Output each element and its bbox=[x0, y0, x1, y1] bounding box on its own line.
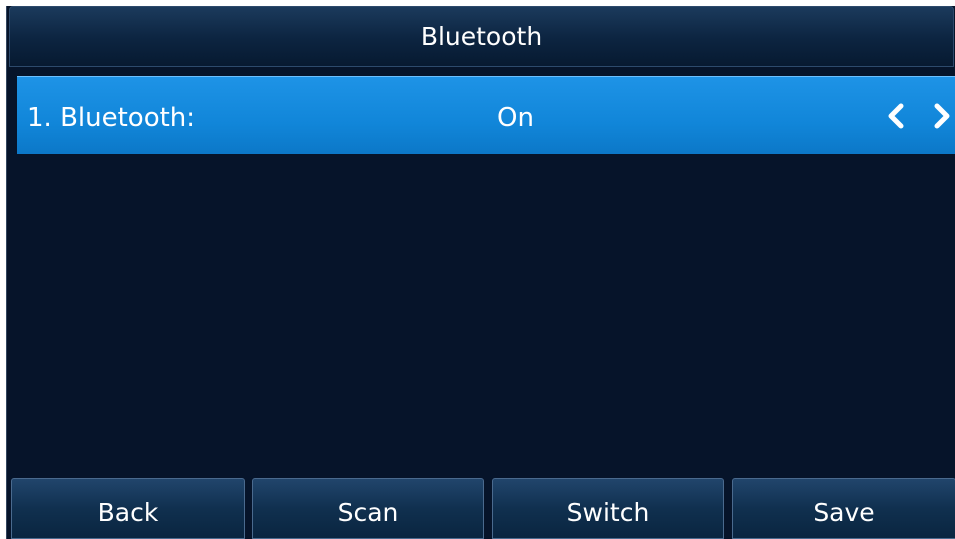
page-title: Bluetooth bbox=[420, 22, 543, 51]
softkey-bar: Back Scan Switch Save bbox=[9, 478, 955, 539]
setting-label: 1. Bluetooth: bbox=[27, 103, 196, 133]
page-title-bar: Bluetooth bbox=[9, 6, 954, 67]
chevron-left-icon[interactable] bbox=[885, 99, 907, 133]
phone-screen: Bluetooth 1. Bluetooth: On Back Scan Swi… bbox=[0, 0, 955, 539]
setting-value[interactable]: On bbox=[497, 103, 534, 133]
chevron-right-icon[interactable] bbox=[931, 99, 953, 133]
phone-display: Bluetooth 1. Bluetooth: On Back Scan Swi… bbox=[6, 6, 955, 539]
setting-row-bluetooth[interactable]: 1. Bluetooth: On bbox=[17, 76, 955, 154]
switch-button[interactable]: Switch bbox=[492, 478, 724, 539]
scan-button[interactable]: Scan bbox=[252, 478, 484, 539]
save-button[interactable]: Save bbox=[732, 478, 955, 539]
back-button[interactable]: Back bbox=[11, 478, 245, 539]
